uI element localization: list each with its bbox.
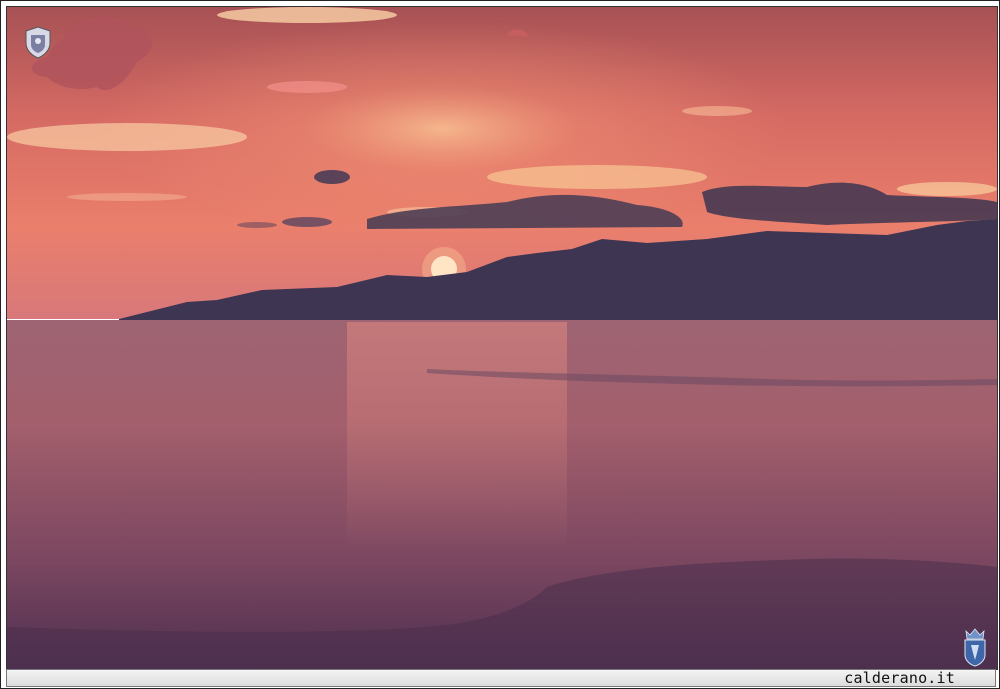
caption-bar: calderano.it bbox=[6, 669, 996, 687]
sunset-scene bbox=[7, 7, 997, 669]
crest-logo bbox=[25, 26, 51, 59]
sun-reflection bbox=[347, 322, 567, 552]
sunset-photo bbox=[6, 6, 998, 670]
emblem-logo bbox=[964, 628, 986, 667]
photo-frame: calderano.it bbox=[0, 0, 1000, 689]
site-label[interactable]: calderano.it bbox=[844, 669, 955, 687]
